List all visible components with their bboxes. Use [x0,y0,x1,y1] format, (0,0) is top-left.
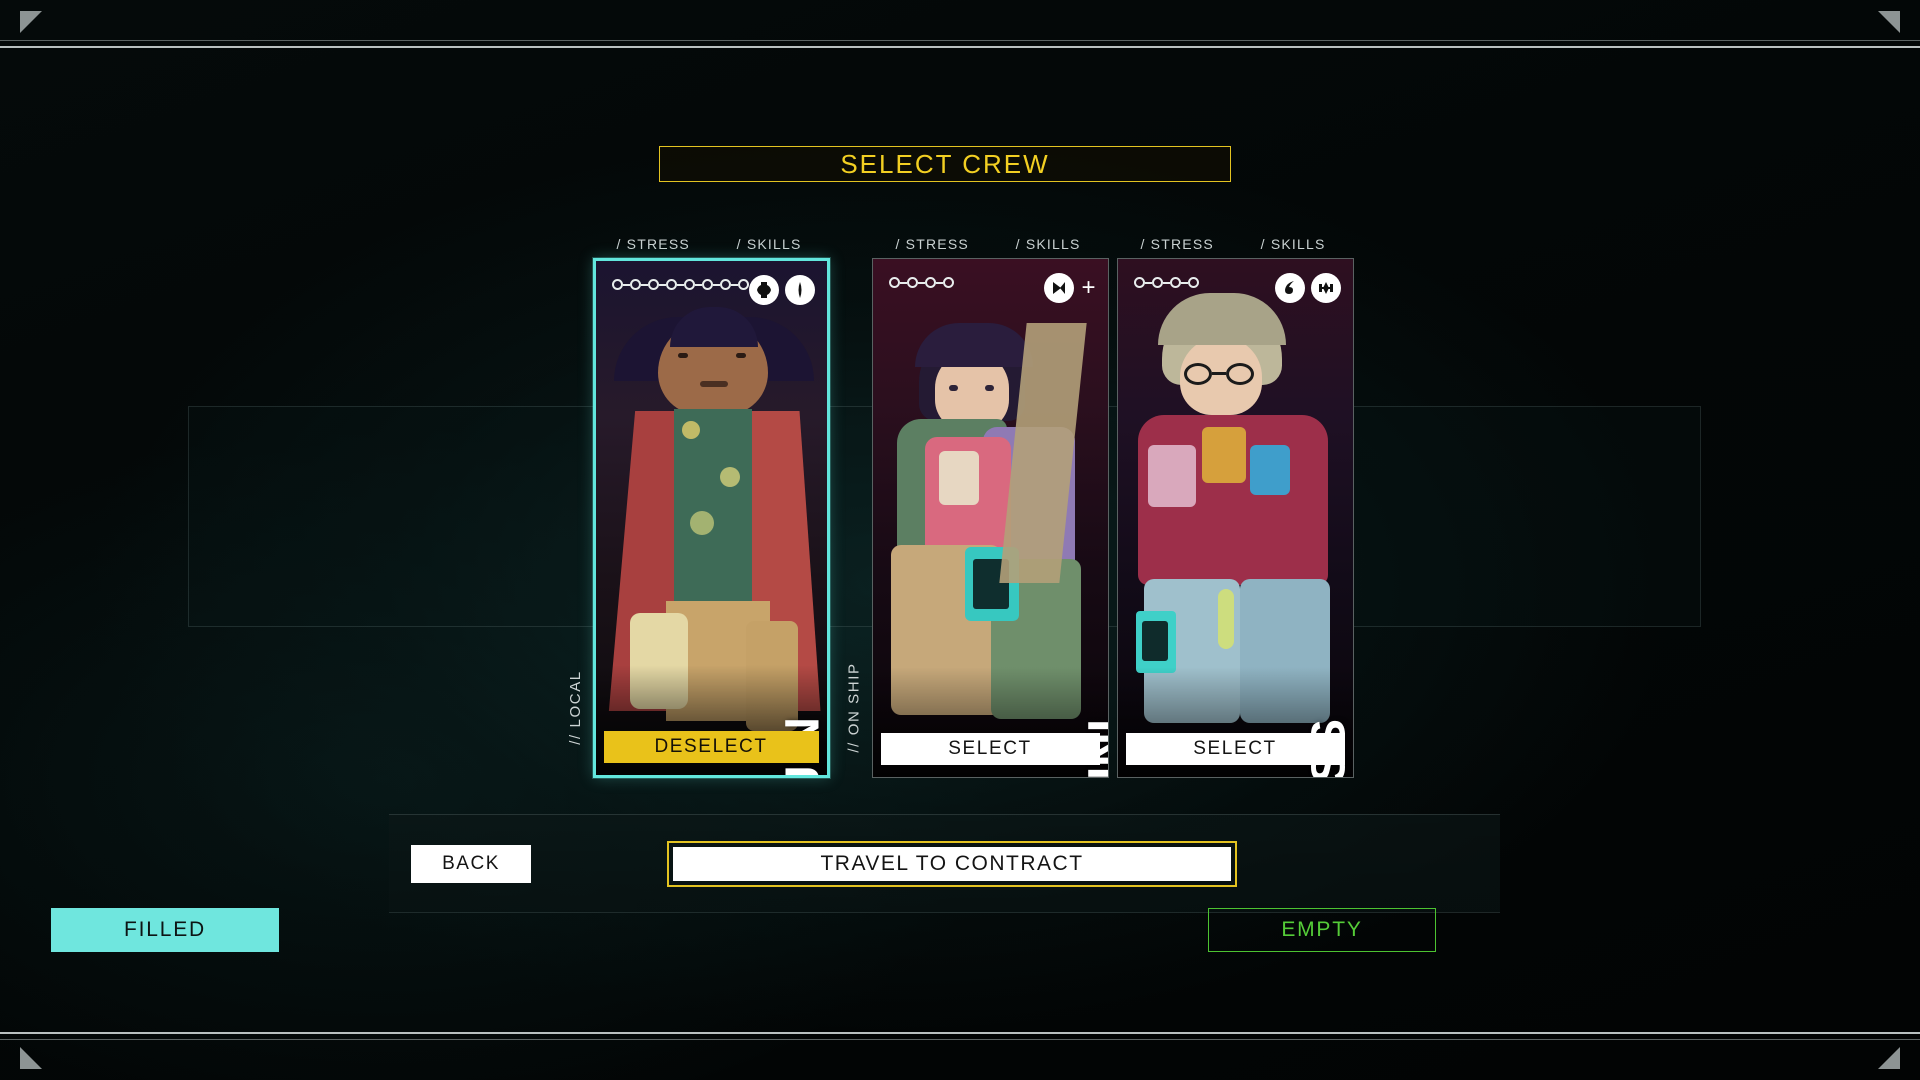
stress-meter-bliss [1133,277,1199,288]
action-bar: BACK TRAVEL TO CONTRACT [389,814,1500,913]
cross-shield-icon[interactable] [748,275,779,305]
skills-overflow-indicator[interactable]: + [1081,276,1095,300]
stress-pip [701,279,713,290]
crew-group-on-ship: // ON SHIP / STRESS / SKILLS + SELECT / … [838,236,1362,778]
status-badge-empty[interactable]: EMPTY [1208,908,1436,952]
diamond-icon[interactable] [784,275,815,305]
stress-pip [888,277,900,288]
back-button[interactable]: BACK [411,844,531,883]
deselect-button-yu-jin[interactable]: DESELECT [603,731,819,763]
crew-card-yu-jin-header: / STRESS / SKILLS [593,236,830,258]
crew-card-bliss-wrapper: / STRESS / SKILLS SELECT [1116,236,1354,778]
stress-label: / STRESS [1140,236,1214,252]
stress-pip [719,279,731,290]
stress-pip [1169,277,1181,288]
crew-portrait-yu-jin [595,261,827,775]
group-label-on-ship-text: // ON SHIP [846,662,863,753]
crew-card-juni-wrapper: / STRESS / SKILLS + SELECT [871,236,1109,778]
crew-group-local: // LOCAL / STRESS / SKILLS DESELECT [559,236,838,778]
crew-card-row: // LOCAL / STRESS / SKILLS DESELECT // O… [0,236,1920,796]
droplet-icon[interactable] [1274,273,1305,303]
crew-card-bliss-header: / STRESS / SKILLS [1117,236,1354,258]
group-label-local: // LOCAL [559,236,593,764]
frame-line-bottom [0,1032,1920,1034]
crew-card-yu-jin[interactable]: YU-JIN DESELECT [592,258,830,778]
stress-meter-yu-jin [611,279,749,290]
stress-pip [924,277,936,288]
page-title: SELECT CREW [659,146,1231,182]
stress-pip [906,277,918,288]
crew-card-yu-jin-wrapper: / STRESS / SKILLS DESELECT [592,236,830,778]
play-triangle-icon[interactable] [1044,273,1075,303]
page-title-text: SELECT CREW [840,148,1050,179]
group-label-local-text: // LOCAL [567,670,584,745]
stress-pip [1133,277,1145,288]
stress-label: / STRESS [616,236,690,252]
select-button-juni[interactable]: SELECT [880,733,1100,765]
corner-marker-top-right-icon [1878,11,1900,33]
frame-line-bottom-thin [0,1039,1920,1040]
skill-badges-yu-jin [748,275,815,305]
travel-to-contract-button[interactable]: TRAVEL TO CONTRACT [667,840,1237,887]
crew-card-juni-header: / STRESS / SKILLS [872,236,1109,258]
select-button-bliss[interactable]: SELECT [1125,733,1345,765]
stress-meter-juni [888,277,954,288]
crew-portrait-bliss [1117,259,1353,777]
stress-label: / STRESS [895,236,969,252]
frame-line-top [0,46,1920,48]
stress-pip [737,279,749,290]
stress-pip [1151,277,1163,288]
stress-pip [683,279,695,290]
stress-pip [1187,277,1199,288]
corner-marker-top-left-icon [20,11,42,33]
stress-pip [629,279,641,290]
stress-pip [611,279,623,290]
crew-card-juni[interactable]: + JUNI SELECT [871,258,1109,778]
stress-pip [942,277,954,288]
status-badge-filled[interactable]: FILLED [51,908,279,952]
stress-pip [665,279,677,290]
skills-label: / SKILLS [736,236,802,252]
stress-pip [647,279,659,290]
skill-badges-juni: + [1044,273,1096,303]
travel-to-contract-label: TRAVEL TO CONTRACT [673,846,1231,881]
crew-card-bliss[interactable]: BLISS SELECT [1116,258,1354,778]
group-label-on-ship: // ON SHIP [838,236,872,764]
frame-line-top-thin [0,40,1920,41]
corner-marker-bottom-left-icon [20,1047,42,1069]
skills-label: / SKILLS [1015,236,1081,252]
skills-label: / SKILLS [1260,236,1326,252]
skill-badges-bliss [1274,273,1341,303]
crew-portrait-juni [872,259,1108,777]
dumbbell-icon[interactable] [1310,273,1341,303]
game-screen: SELECT CREW // LOCAL / STRESS / SKILLS D… [0,0,1920,1080]
corner-marker-bottom-right-icon [1878,1047,1900,1069]
